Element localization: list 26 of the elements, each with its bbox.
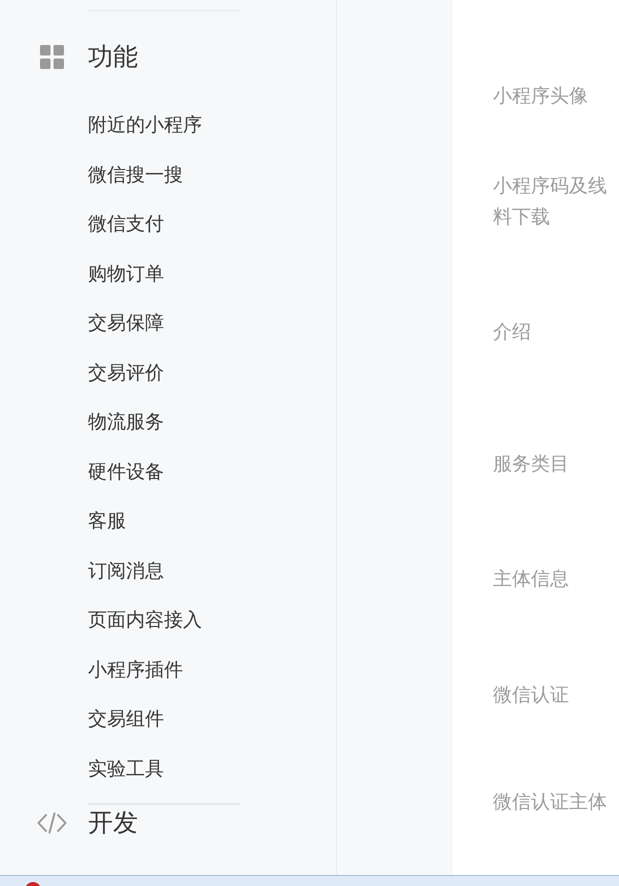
nav-item[interactable]: 购物订单 [88, 250, 164, 299]
nav-item[interactable]: 实验工具 [88, 744, 164, 794]
nav-item[interactable]: 订阅消息 [88, 546, 164, 596]
field-label: 小程序码及线料下载 [493, 174, 608, 230]
nav-item[interactable]: 硬件设备 [88, 448, 164, 497]
nav-item[interactable]: 微信搜一搜 [88, 150, 183, 200]
code-icon [37, 812, 67, 834]
nav-item[interactable]: 交易组件 [88, 695, 164, 744]
nav-item[interactable]: 交易评价 [88, 348, 164, 398]
grid-icon [40, 45, 64, 69]
field-label: 微信认证主体 [493, 790, 607, 814]
app-icon[interactable] [25, 882, 41, 886]
section-title: 开发 [88, 808, 138, 839]
field-label: 主体信息 [493, 568, 569, 592]
nav-item[interactable]: 微信支付 [88, 200, 164, 250]
nav-item[interactable]: 页面内容接入 [88, 596, 202, 646]
nav-item[interactable]: 客服 [88, 497, 126, 546]
field-label: 介绍 [493, 320, 531, 344]
section-title: 功能 [88, 42, 138, 73]
nav-item[interactable]: 小程序插件 [88, 646, 183, 695]
field-label: 服务类目 [493, 452, 569, 476]
field-label: 小程序头像 [493, 84, 588, 108]
nav-item[interactable]: 附近的小程序 [88, 101, 202, 150]
nav-item[interactable]: 物流服务 [88, 398, 164, 448]
field-label: 微信认证 [493, 684, 569, 708]
nav-item[interactable]: 交易保障 [88, 299, 164, 348]
